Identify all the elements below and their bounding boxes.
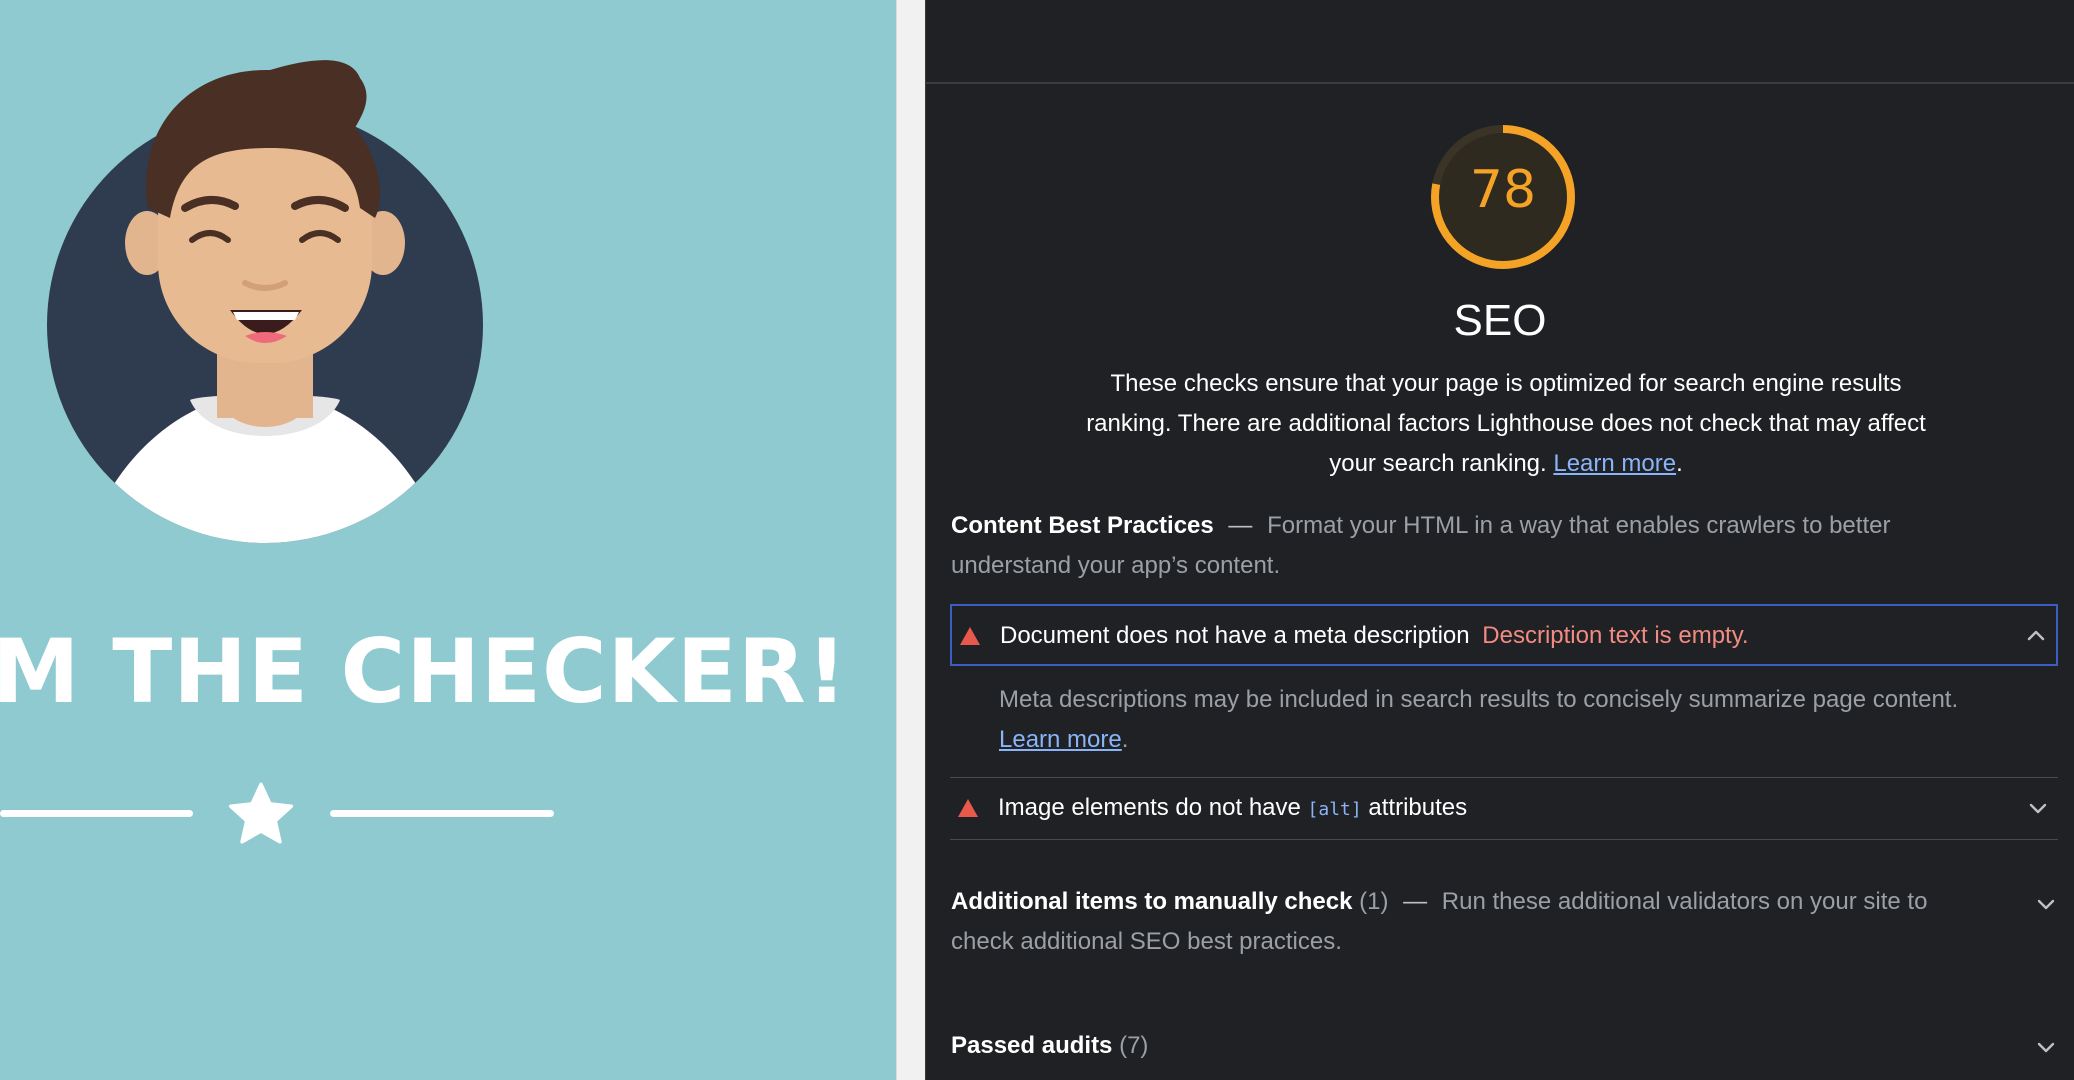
- group-manual-checks[interactable]: Additional items to manually check (1) —…: [951, 882, 1991, 962]
- chevron-down-icon[interactable]: [2034, 892, 2058, 916]
- divider-line-left: [0, 810, 193, 817]
- chevron-down-icon[interactable]: [2026, 796, 2050, 820]
- audit-title: Document does not have a meta descriptio…: [1000, 606, 1749, 666]
- audit-learn-more-link[interactable]: Learn more: [999, 726, 1122, 753]
- group-dash: —: [1403, 888, 1428, 915]
- audit-details: Meta descriptions may be included in sea…: [999, 686, 1959, 753]
- category-description-text: These checks ensure that your page is op…: [1086, 370, 1926, 477]
- group-title: Content Best Practices: [951, 512, 1214, 539]
- chevron-down-icon[interactable]: [2034, 1035, 2058, 1059]
- group-count: (1): [1359, 888, 1389, 915]
- category-title: SEO: [1453, 296, 1547, 345]
- avatar-illustration: [47, 60, 483, 543]
- hero-headline: M THE CHECKER!: [0, 620, 848, 723]
- audit-title: Image elements do not have [alt] attribu…: [998, 778, 1467, 840]
- category-description: These checks ensure that your page is op…: [1086, 370, 1926, 477]
- audit-title-text: Document does not have a meta descriptio…: [1000, 622, 1470, 649]
- group-title: Additional items to manually check: [951, 888, 1353, 915]
- group-passed-audits[interactable]: Passed audits (7): [951, 1026, 1991, 1066]
- group-dash: —: [1228, 512, 1253, 539]
- divider-line-right: [330, 810, 554, 817]
- fail-triangle-icon: [960, 627, 980, 645]
- audit-image-alt[interactable]: Image elements do not have [alt] attribu…: [950, 778, 2058, 840]
- fail-triangle-icon: [958, 799, 978, 817]
- group-content-best-practices: Content Best Practices — Format your HTM…: [951, 506, 1991, 586]
- lighthouse-report: 78 SEO These checks ensure that your pag…: [926, 0, 2074, 1080]
- audit-title-before: Image elements do not have: [998, 794, 1301, 821]
- audit-meta-description[interactable]: Document does not have a meta descriptio…: [950, 604, 2058, 666]
- learn-more-link[interactable]: Learn more: [1553, 450, 1676, 477]
- panel-splitter[interactable]: [896, 0, 926, 1080]
- audit-title-after: attributes: [1368, 794, 1468, 821]
- chevron-up-icon[interactable]: [2024, 624, 2048, 648]
- audit-code: [alt]: [1307, 799, 1362, 820]
- score-value: 78: [1469, 160, 1537, 220]
- group-title: Passed audits: [951, 1032, 1113, 1059]
- page-preview: M THE CHECKER!: [0, 0, 896, 1080]
- report-topbar: [926, 0, 2074, 84]
- group-count: (7): [1119, 1032, 1149, 1059]
- audit-error-text: Description text is empty.: [1482, 622, 1749, 649]
- audit-description: Meta descriptions may be included in sea…: [999, 686, 1959, 713]
- star-icon: [228, 782, 294, 844]
